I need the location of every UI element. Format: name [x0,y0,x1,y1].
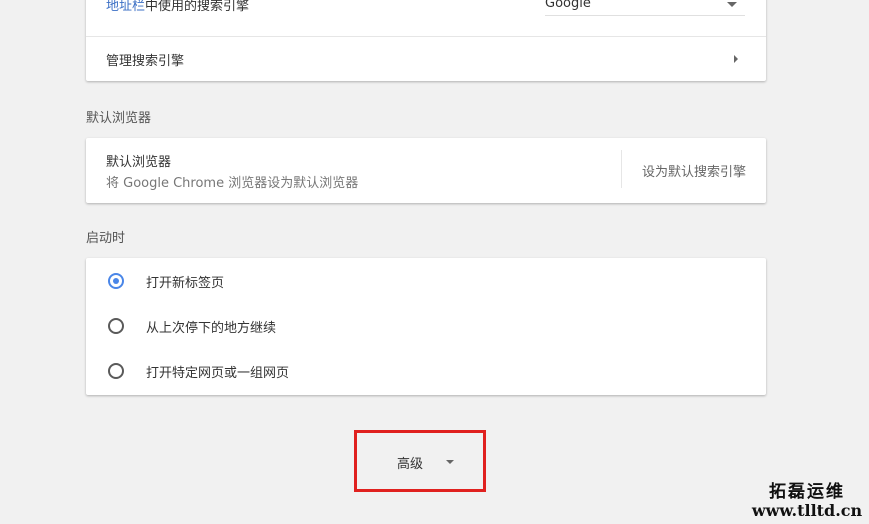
default-browser-section-title: 默认浏览器 [86,111,152,126]
settings-page: 地址栏中使用的搜索引擎 Google 管理搜索引擎 默认浏览器 默认浏览器 将 … [0,0,869,524]
address-bar-search-engine-label: 地址栏中使用的搜索引擎 [106,0,249,14]
startup-section-title: 启动时 [86,231,126,246]
search-engine-card: 地址栏中使用的搜索引擎 Google 管理搜索引擎 [86,0,766,81]
set-default-button[interactable]: 设为默认搜索引擎 [642,161,746,180]
radio-button-checked[interactable] [108,273,124,289]
radio-button[interactable] [108,363,124,379]
manage-search-engines-row[interactable]: 管理搜索引擎 [86,37,766,81]
startup-option-label: 从上次停下的地方继续 [146,321,277,336]
chevron-right-icon [734,55,738,63]
default-browser-subtitle: 将 Google Chrome 浏览器设为默认浏览器 [106,176,359,191]
startup-option-continue[interactable]: 从上次停下的地方继续 [86,303,766,348]
manage-search-engines-label: 管理搜索引擎 [106,54,185,69]
advanced-highlight-frame: 高级 [354,430,486,492]
search-engine-select[interactable]: Google [545,0,745,16]
address-bar-search-engine-row: 地址栏中使用的搜索引擎 Google [86,0,766,36]
startup-option-new-tab[interactable]: 打开新标签页 [86,258,766,303]
vertical-separator [621,150,622,188]
address-bar-link[interactable]: 地址栏 [106,0,145,14]
address-bar-label-suffix: 中使用的搜索引擎 [145,0,250,14]
watermark: 拓磊运维 www.tlltd.cn [751,483,863,520]
advanced-button[interactable]: 高级 [397,453,423,472]
watermark-url-text: www.tlltd.cn [751,501,863,520]
startup-option-label: 打开新标签页 [146,276,225,291]
watermark-cn-text: 拓磊运维 [769,482,845,502]
default-browser-card: 默认浏览器 将 Google Chrome 浏览器设为默认浏览器 设为默认搜索引… [86,138,766,203]
startup-option-specific-pages[interactable]: 打开特定网页或一组网页 [86,348,766,393]
radio-button[interactable] [108,318,124,334]
startup-card: 打开新标签页 从上次停下的地方继续 打开特定网页或一组网页 [86,258,766,395]
search-engine-select-value: Google [545,0,591,11]
startup-option-label: 打开特定网页或一组网页 [146,366,290,381]
default-browser-title: 默认浏览器 [106,155,172,170]
chevron-down-icon [446,460,454,464]
chevron-down-icon [727,2,737,7]
